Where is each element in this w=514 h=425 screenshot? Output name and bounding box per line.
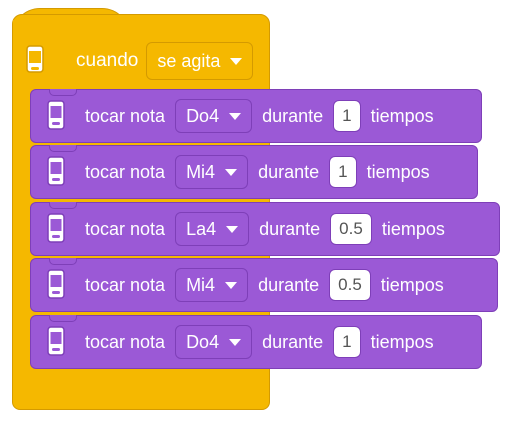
play-note-label: tocar nota	[85, 274, 166, 295]
note-value: La4	[186, 218, 217, 239]
play-note-label: tocar nota	[85, 161, 166, 182]
event-dropdown[interactable]: se agita	[146, 42, 254, 80]
device-icon	[47, 269, 65, 299]
beats-input[interactable]: 1	[333, 326, 361, 358]
block-notch	[49, 89, 77, 96]
play-note-block[interactable]: tocar nota Mi4 durante 0.5 tiempos	[30, 258, 498, 312]
block-notch	[49, 315, 77, 322]
note-dropdown[interactable]: Mi4	[175, 155, 249, 189]
play-note-label: tocar nota	[85, 331, 166, 352]
during-label: durante	[262, 105, 324, 126]
event-dropdown-value: se agita	[157, 50, 221, 71]
chevron-down-icon	[226, 225, 239, 233]
chevron-down-icon	[230, 57, 243, 65]
play-note-block[interactable]: tocar nota Do4 durante 1 tiempos	[30, 315, 482, 369]
beats-input[interactable]: 0.5	[329, 269, 371, 301]
device-icon	[47, 156, 65, 186]
beats-unit-label: tiempos	[366, 161, 430, 182]
note-dropdown[interactable]: Mi4	[175, 268, 249, 302]
beats-unit-label: tiempos	[370, 331, 434, 352]
device-icon	[47, 213, 65, 243]
beats-input[interactable]: 0.5	[330, 213, 372, 245]
block-notch	[49, 258, 77, 265]
hat-block-cap-join	[13, 20, 129, 40]
device-icon	[47, 100, 65, 130]
play-note-block[interactable]: tocar nota Do4 durante 1 tiempos	[30, 89, 482, 143]
chevron-down-icon	[229, 338, 242, 346]
when-label: cuando	[76, 50, 139, 71]
during-label: durante	[259, 218, 321, 239]
note-value: Mi4	[186, 274, 216, 295]
beats-input[interactable]: 1	[333, 100, 361, 132]
beats-unit-label: tiempos	[381, 218, 445, 239]
play-note-label: tocar nota	[85, 218, 166, 239]
hat-block-row: cuando se agita	[24, 40, 254, 82]
device-icon	[47, 326, 65, 356]
device-icon	[26, 45, 44, 73]
note-dropdown[interactable]: La4	[175, 212, 250, 246]
note-value: Do4	[186, 331, 220, 352]
block-notch	[49, 202, 77, 209]
during-label: durante	[262, 331, 324, 352]
chevron-down-icon	[229, 112, 242, 120]
play-note-label: tocar nota	[85, 105, 166, 126]
chevron-down-icon	[225, 168, 238, 176]
during-label: durante	[258, 161, 320, 182]
during-label: durante	[258, 274, 320, 295]
note-dropdown[interactable]: Do4	[175, 325, 253, 359]
beats-unit-label: tiempos	[380, 274, 444, 295]
play-note-block[interactable]: tocar nota La4 durante 0.5 tiempos	[30, 202, 500, 256]
play-note-block[interactable]: tocar nota Mi4 durante 1 tiempos	[30, 145, 478, 199]
beats-input[interactable]: 1	[329, 156, 357, 188]
note-dropdown[interactable]: Do4	[175, 99, 253, 133]
block-notch	[49, 145, 77, 152]
note-value: Do4	[186, 105, 220, 126]
chevron-down-icon	[225, 281, 238, 289]
note-value: Mi4	[186, 161, 216, 182]
beats-unit-label: tiempos	[370, 105, 434, 126]
